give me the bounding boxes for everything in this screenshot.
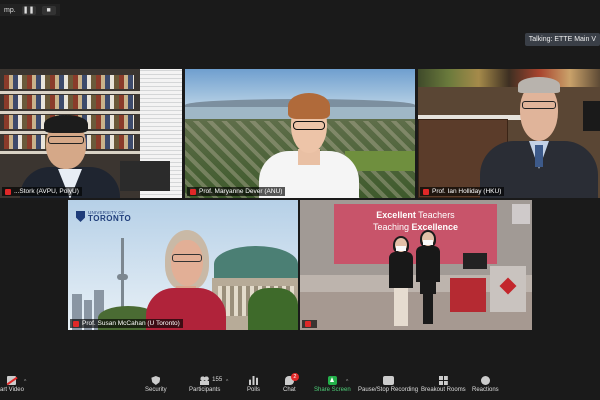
recording-indicator: mp. ❚❚ ■: [0, 4, 60, 16]
participant-name-label: Prof. Maryanne Dever (ANU): [187, 187, 286, 196]
video-tile-4[interactable]: UNIVERSITY OF TORONTO Prof. Susan McCaha…: [68, 200, 298, 330]
video-tile-2[interactable]: Prof. Maryanne Dever (ANU): [185, 69, 415, 198]
video-options-caret[interactable]: ^: [24, 379, 26, 385]
share-screen-icon: [327, 376, 337, 385]
video-tile-1[interactable]: ...Stork (AVPU, PolyU): [0, 69, 182, 198]
participant-name-label: Prof. Ian Holliday (HKU): [420, 187, 505, 196]
printer: [120, 161, 170, 191]
pause-icon[interactable]: ❚❚: [21, 5, 36, 15]
share-options-caret[interactable]: ^: [346, 379, 348, 385]
emblem-icon: [499, 277, 517, 295]
start-video-button[interactable]: art Video: [0, 376, 24, 393]
mic-muted-icon: [305, 321, 311, 327]
participant-face: [171, 240, 203, 286]
mic-muted-icon: [5, 188, 11, 195]
breakout-rooms-icon: [438, 376, 448, 385]
breakout-rooms-button[interactable]: Breakout Rooms: [421, 376, 466, 393]
mic-muted-icon: [73, 320, 79, 327]
polls-button[interactable]: Polls: [247, 376, 260, 393]
convocation-hall-dome: [214, 246, 298, 282]
participant-name-label: ...Stork (AVPU, PolyU): [2, 187, 82, 196]
mic-muted-icon: [190, 188, 196, 195]
presenter-1: [387, 236, 413, 326]
chat-unread-badge: 2: [290, 373, 299, 381]
mic-muted-icon: [423, 188, 429, 195]
video-tile-3[interactable]: Prof. Ian Holliday (HKU): [418, 69, 600, 198]
recording-label: mp.: [4, 6, 16, 14]
participants-button[interactable]: 155 Participants: [189, 376, 222, 393]
polls-icon: [249, 376, 258, 385]
chat-button[interactable]: 2 Chat: [283, 373, 299, 393]
podium: [450, 278, 486, 312]
university-logo: UNIVERSITY OF TORONTO: [76, 210, 131, 223]
pause-stop-recording-button[interactable]: Pause/Stop Recording: [358, 376, 418, 393]
participants-options-caret[interactable]: ^: [226, 379, 228, 385]
reactions-button[interactable]: Reactions: [472, 376, 499, 393]
video-off-icon: [7, 376, 17, 385]
reactions-icon: [480, 376, 490, 385]
participants-count: 155: [212, 377, 223, 383]
participant-name-label: [302, 320, 317, 328]
wall-painting: [418, 69, 600, 87]
meeting-toolbar: art Video ^ Security 155 Participants ^ …: [0, 373, 600, 400]
lectern: [490, 266, 526, 312]
cn-tower: [121, 238, 124, 308]
talking-indicator: Talking: ETTE Main V: [524, 33, 600, 46]
chat-icon: 2: [284, 373, 299, 385]
crest-icon: [76, 211, 85, 222]
participant-name-label: Prof. Susan McCahan (U Toronto): [70, 319, 183, 328]
recording-controls-icon: [382, 376, 394, 385]
video-tile-active-speaker[interactable]: Excellent Teachers Teaching Excellence: [300, 200, 532, 330]
security-button[interactable]: Security: [145, 376, 167, 393]
stop-icon[interactable]: ■: [41, 5, 56, 15]
presenter-2: [414, 230, 442, 326]
participants-icon: 155: [200, 376, 222, 385]
shield-icon: [151, 376, 161, 385]
